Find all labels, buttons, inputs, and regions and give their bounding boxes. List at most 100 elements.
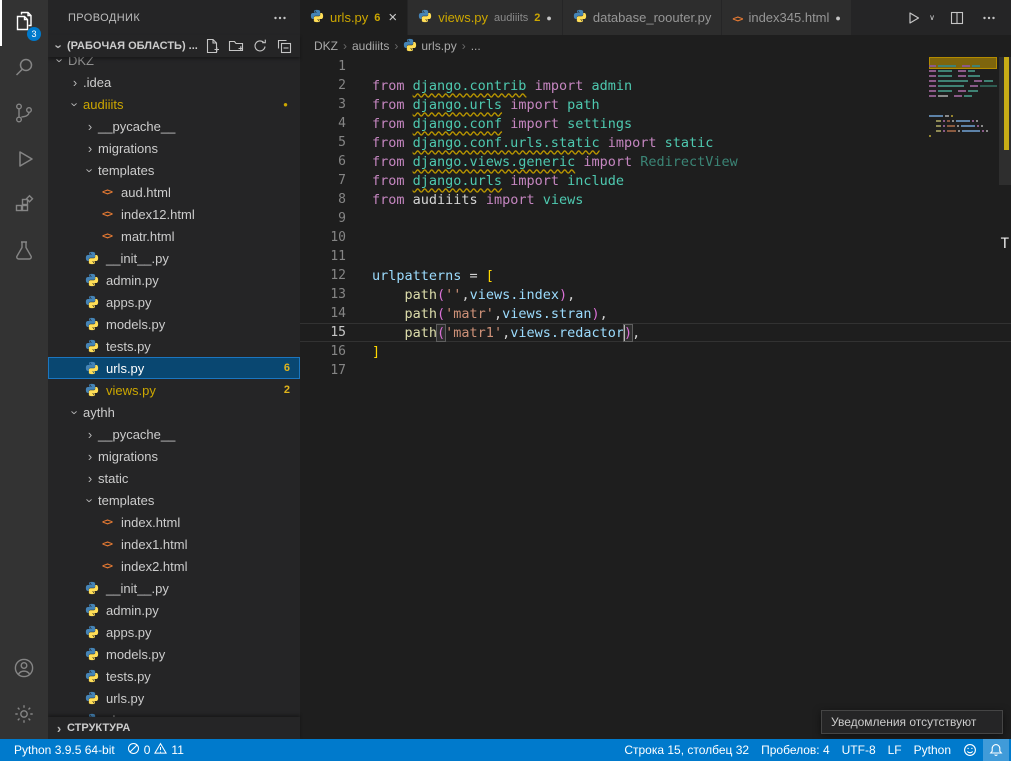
chevron-right-icon[interactable]: › [82,427,98,442]
chevron-right-icon[interactable]: › [82,141,98,156]
tree-item-index-html[interactable]: <>index.html [48,511,300,533]
tree-item-matr-html[interactable]: <>matr.html [48,225,300,247]
tree-item-init-py[interactable]: __init__.py [48,247,300,269]
tree-item-audiiits[interactable]: ›audiiits● [48,93,300,115]
breadcrumb-label: audiiits [352,39,389,53]
activity-item-testing[interactable] [0,230,48,276]
refresh-icon[interactable] [250,36,270,56]
status-problems[interactable]: 0 11 [121,739,190,761]
status-python-version[interactable]: Python 3.9.5 64-bit [8,739,121,761]
tree-item-index1-html[interactable]: <>index1.html [48,533,300,555]
status-encoding[interactable]: UTF-8 [836,739,882,761]
breadcrumb-item-[interactable]: ... [471,39,481,53]
tab-label: index345.html [748,10,829,25]
activity-item-run-and-debug[interactable] [0,138,48,184]
tree-item-urls-py[interactable]: urls.py [48,687,300,709]
tree-item-idea[interactable]: ›.idea [48,71,300,93]
new-folder-icon[interactable] [226,36,246,56]
tree-item-index12-html[interactable]: <>index12.html [48,203,300,225]
more-actions-button[interactable] [979,8,999,28]
tree-item-static[interactable]: ›static [48,467,300,489]
modified-dot-icon: ● [283,100,288,109]
tab-urls-py[interactable]: urls.py6× [300,0,408,35]
chevron-right-icon[interactable]: › [82,471,98,486]
activity-item-search[interactable] [0,46,48,92]
run-button[interactable] [903,8,923,28]
status-cursor-position[interactable]: Строка 15, столбец 32 [618,739,755,761]
tree-item-label: aythh [83,405,115,420]
breadcrumb-item-urls-py[interactable]: urls.py [403,38,456,55]
tab-views-py[interactable]: views.pyaudiiits2● [408,0,563,35]
chevron-down-icon[interactable]: › [53,57,68,68]
breadcrumb-item-dkz[interactable]: DKZ [314,39,338,53]
status-indentation[interactable]: Пробелов: 4 [755,739,836,761]
tree-item-migrations[interactable]: ›migrations [48,445,300,467]
tree-item-aythh[interactable]: ›aythh [48,401,300,423]
tree-item-pycache[interactable]: ›__pycache__ [48,423,300,445]
tree-item-label: admin.py [106,273,159,288]
explorer-sidebar: ПРОВОДНИК › (РАБОЧАЯ ОБЛАСТЬ) ... ›DKZ›.… [48,0,300,739]
tree-item-urls-py[interactable]: urls.py6 [48,357,300,379]
tree-item-admin-py[interactable]: admin.py [48,269,300,291]
chevron-down-icon[interactable]: › [83,492,98,508]
tree-item-models-py[interactable]: models.py [48,313,300,335]
tree-item-tests-py[interactable]: tests.py [48,335,300,357]
new-file-icon[interactable] [202,36,222,56]
tree-item-index2-html[interactable]: <>index2.html [48,555,300,577]
python-icon [84,383,100,397]
split-editor-button[interactable] [947,8,967,28]
tree-item-tests-py[interactable]: tests.py [48,665,300,687]
feedback-icon[interactable] [957,739,983,761]
tree-item-init-py[interactable]: __init__.py [48,577,300,599]
tree-item-views-py[interactable]: views.py [48,709,300,717]
collapse-all-icon[interactable] [274,36,294,56]
tree-item-admin-py[interactable]: admin.py [48,599,300,621]
dirty-dot-icon: ● [546,13,551,23]
tree-item-migrations[interactable]: ›migrations [48,137,300,159]
tree-item-pycache[interactable]: ›__pycache__ [48,115,300,137]
tree-item-templates[interactable]: ›templates [48,159,300,181]
workspace-section-header[interactable]: › (РАБОЧАЯ ОБЛАСТЬ) ... [48,35,300,57]
breadcrumb-item-audiiits[interactable]: audiiits [352,39,389,53]
status-language[interactable]: Python [908,739,957,761]
chevron-right-icon[interactable]: › [82,119,98,134]
tree-item-apps-py[interactable]: apps.py [48,291,300,313]
tab-database-roouter-py[interactable]: database_roouter.py [563,0,723,35]
activity-item-accounts[interactable] [0,647,48,693]
bell-icon[interactable] [983,739,1009,761]
tree-item-dkz[interactable]: ›DKZ [48,57,300,71]
more-actions-icon[interactable] [270,8,290,28]
html-icon: <> [99,539,115,550]
line-number: 15 [300,325,346,340]
tree-item-templates[interactable]: ›templates [48,489,300,511]
account-icon [12,656,36,685]
python-icon [84,625,100,639]
tree-item-aud-html[interactable]: <>aud.html [48,181,300,203]
activity-item-extensions[interactable] [0,184,48,230]
tab-label: urls.py [330,10,368,25]
status-eol[interactable]: LF [882,739,908,761]
chevron-right-icon[interactable]: › [67,75,83,90]
code-editor[interactable]: 12from django.contrib import admin3from … [300,57,1011,739]
chevron-down-icon[interactable]: › [68,96,83,112]
activity-item-explorer[interactable]: 3 [0,0,48,46]
sidebar-title-bar: ПРОВОДНИК [48,0,300,35]
chevron-right-icon[interactable]: › [82,449,98,464]
activity-item-manage[interactable] [0,693,48,739]
editor-scrollbar[interactable] [999,57,1011,185]
activity-item-source-control[interactable] [0,92,48,138]
code-text: from django.urls import path [372,97,600,113]
minimap[interactable] [929,60,997,145]
chevron-down-icon[interactable]: › [83,162,98,178]
line-number: 7 [300,173,346,188]
tree-item-models-py[interactable]: models.py [48,643,300,665]
outline-section-header[interactable]: › СТРУКТУРА [48,717,300,739]
chevron-down-icon[interactable]: ∨ [929,13,935,22]
close-icon[interactable]: × [388,10,397,25]
tree-item-label: __init__.py [106,581,169,596]
tree-item-apps-py[interactable]: apps.py [48,621,300,643]
breadcrumb: DKZ›audiiits›urls.py›... [300,35,1011,57]
chevron-down-icon[interactable]: › [68,404,83,420]
tab-index345-html[interactable]: <>index345.html● [722,0,851,35]
tree-item-views-py[interactable]: views.py2 [48,379,300,401]
